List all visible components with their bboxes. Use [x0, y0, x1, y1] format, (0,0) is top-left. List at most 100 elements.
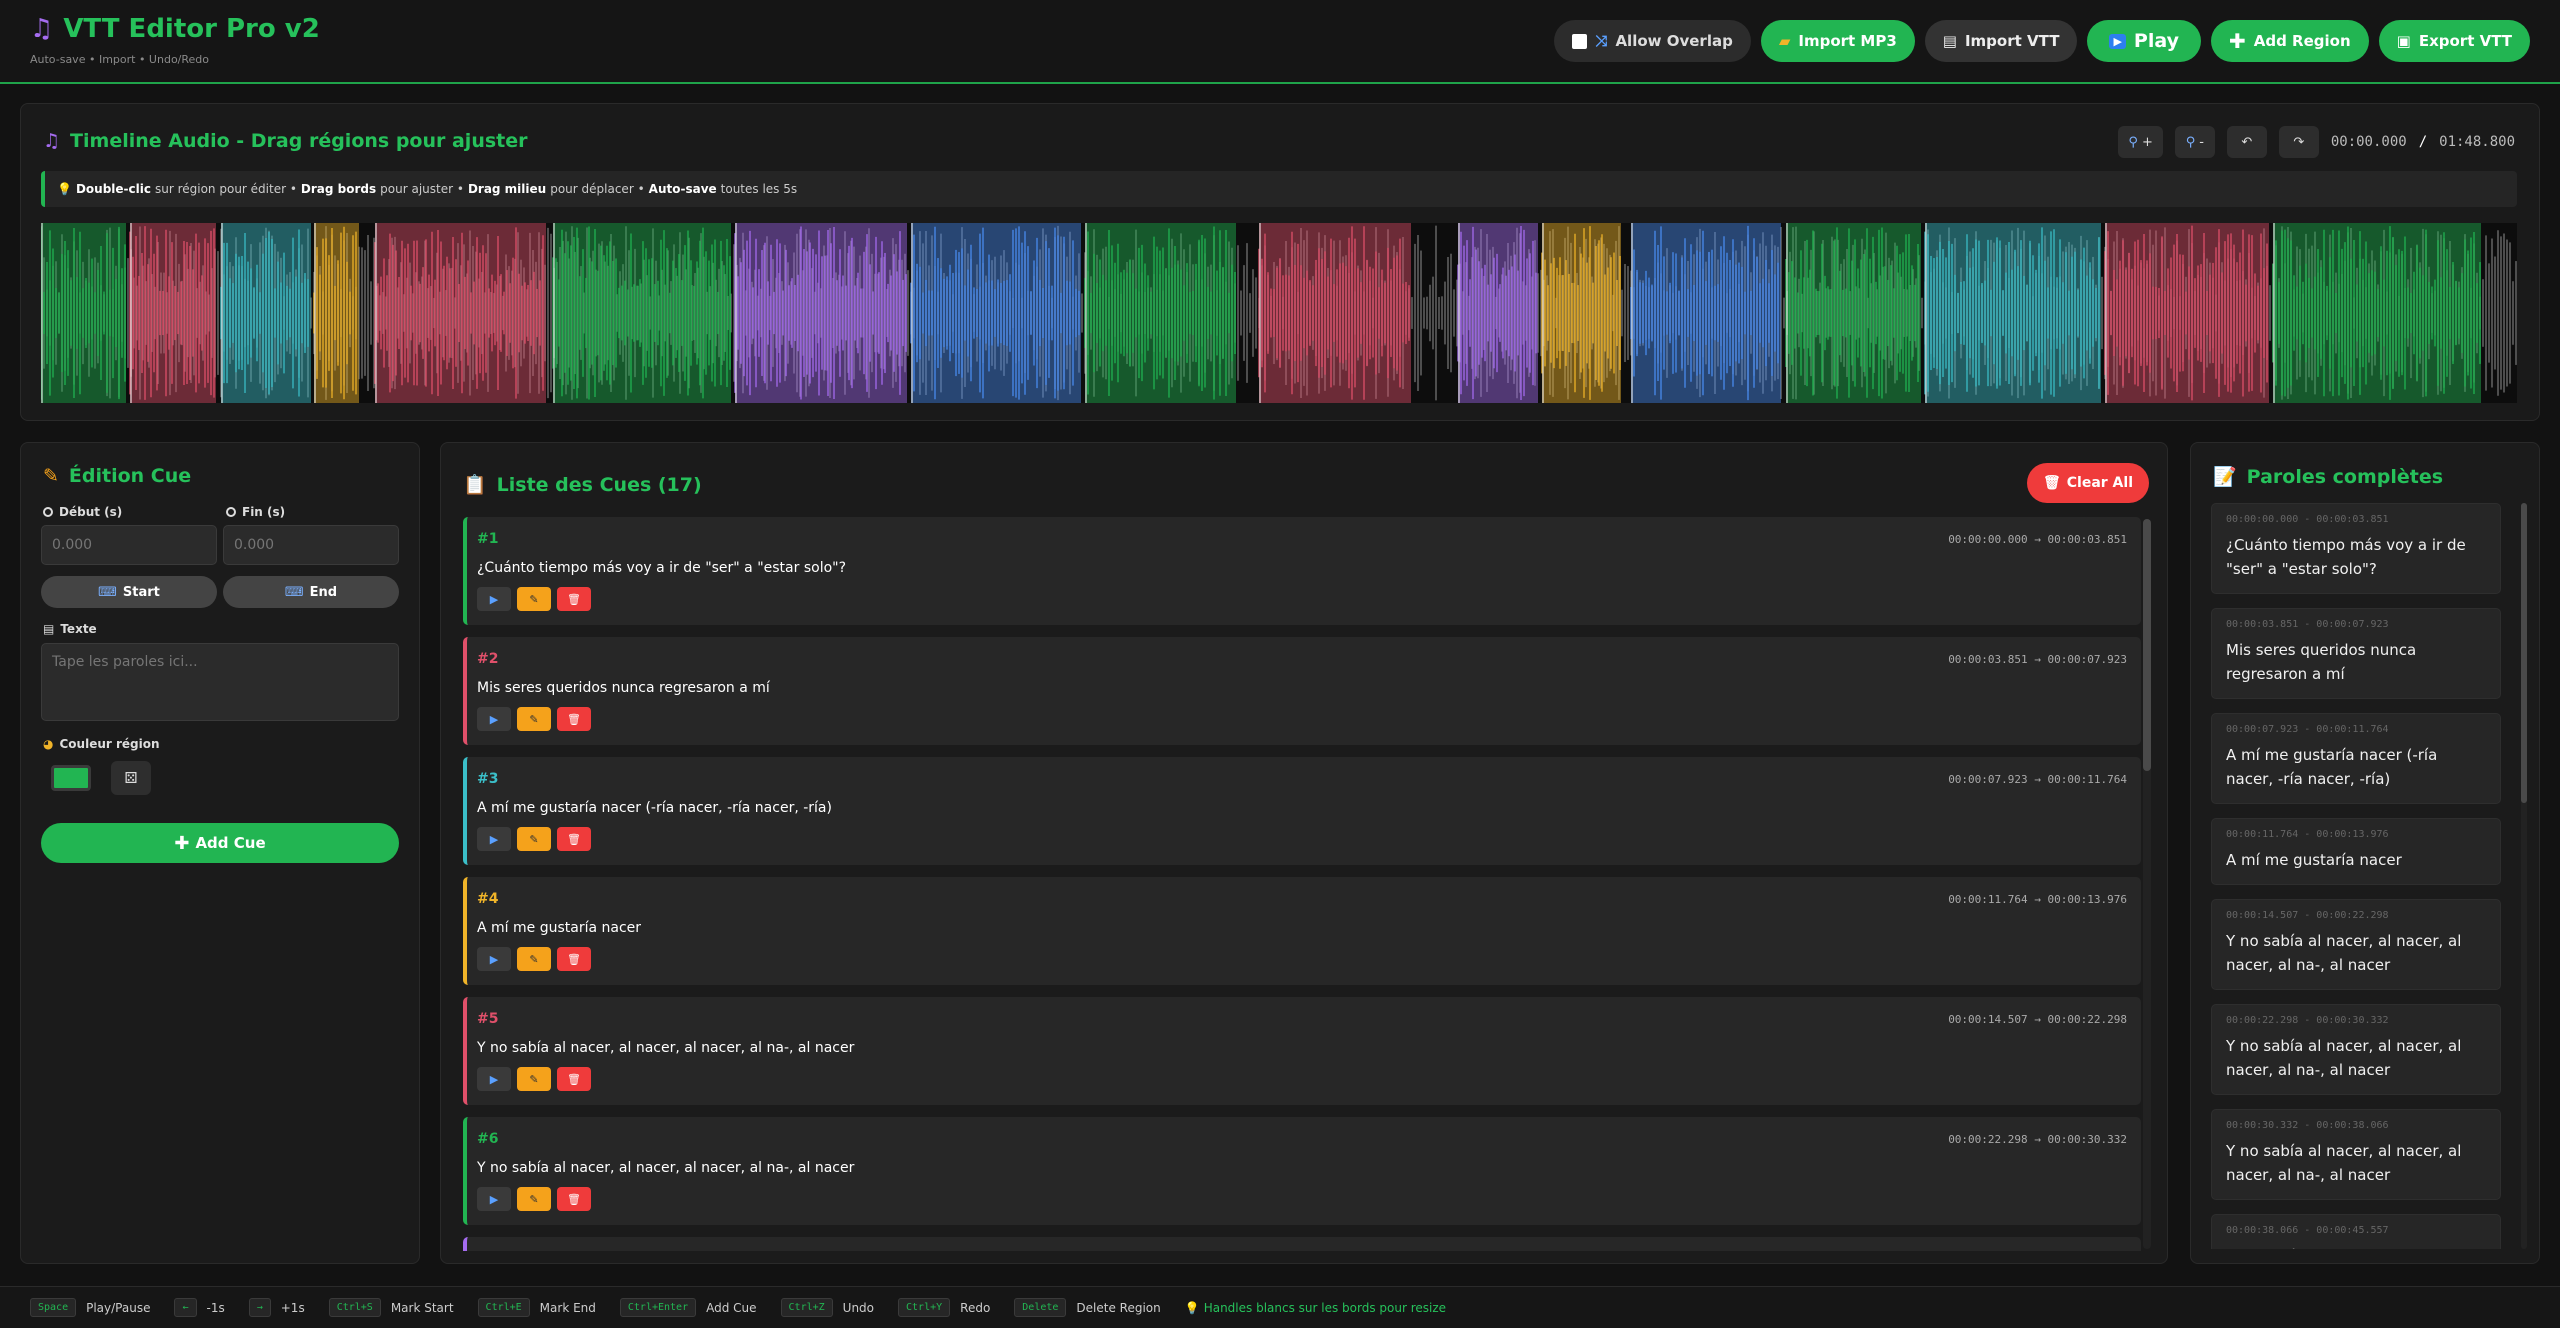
- cue-number: #1: [477, 531, 499, 547]
- scrollbar-thumb[interactable]: [2143, 519, 2151, 771]
- lyric-card[interactable]: 00:00:07.923 - 00:00:11.764 A mí me gusta…: [2211, 713, 2501, 804]
- shortcut-key: Space: [30, 1298, 77, 1317]
- music-note-icon: ♫: [43, 130, 61, 152]
- lightbulb-icon: 💡: [1184, 1300, 1200, 1315]
- add-region-button[interactable]: ✚ Add Region: [2210, 20, 2369, 62]
- cue-edit-button[interactable]: ✎: [517, 827, 551, 851]
- lyric-card[interactable]: 00:00:30.332 - 00:00:38.066 Y no sabía al…: [2211, 1109, 2501, 1200]
- import-mp3-button[interactable]: ▰ Import MP3: [1760, 20, 1915, 62]
- import-vtt-button[interactable]: ▤ Import VTT: [1924, 20, 2078, 62]
- timeline-title-text: Timeline Audio - Drag régions pour ajust…: [70, 130, 528, 152]
- cue-play-button[interactable]: ▶: [477, 587, 511, 611]
- hint-b2: Drag bords: [300, 182, 377, 196]
- hint-b4: Auto-save: [648, 182, 717, 196]
- cue-text: Y no sabía al nacer, al nacer, al nacer,…: [477, 1040, 855, 1056]
- pencil-icon: ✎: [529, 592, 539, 606]
- cue-play-button[interactable]: ▶: [477, 827, 511, 851]
- cue-list: #1 00:00:00.000 → 00:00:03.851 ¿Cuánto tie…: [463, 517, 2141, 1251]
- region-color-picker[interactable]: [51, 765, 91, 791]
- undo-button[interactable]: ↶: [2226, 126, 2267, 158]
- trash-icon: 🗑: [567, 1072, 581, 1086]
- cue-edit-button[interactable]: ✎: [517, 1067, 551, 1091]
- cue-edit-button[interactable]: ✎: [517, 947, 551, 971]
- cue-delete-button[interactable]: 🗑: [557, 827, 591, 851]
- import-mp3-label: Import MP3: [1798, 32, 1897, 50]
- lyric-card[interactable]: 00:00:22.298 - 00:00:30.332 Y no sabía al…: [2211, 1004, 2501, 1095]
- cue-item[interactable]: #6 00:00:22.298 → 00:00:30.332 Y no sabía …: [463, 1117, 2141, 1225]
- shortcut-item: Ctrl+Enter Add Cue: [619, 1298, 757, 1317]
- region-handle: [1925, 223, 1927, 403]
- color-label-text: Couleur région: [59, 737, 160, 751]
- folder-icon: ▰: [1778, 32, 1791, 50]
- cue-number: #4: [477, 891, 499, 907]
- zoom-in-button[interactable]: ⚲ +: [2118, 126, 2163, 158]
- app-header: ♫ VTT Editor Pro v2 Auto-save • Import •…: [0, 0, 2560, 84]
- allow-overlap-toggle[interactable]: ⤨ Allow Overlap: [1554, 20, 1751, 62]
- lyric-text: Mis seres queridos nunca regresaron a mí: [2226, 641, 2417, 683]
- lyric-card[interactable]: 00:00:38.066 - 00:00:45.557 Y no sabía al…: [2211, 1214, 2501, 1249]
- mark-end-button[interactable]: ⌨ End: [223, 576, 399, 608]
- lyric-card[interactable]: 00:00:03.851 - 00:00:07.923 Mis seres que…: [2211, 608, 2501, 699]
- cue-edit-button[interactable]: ✎: [517, 587, 551, 611]
- region-handle: [41, 223, 43, 403]
- cue-delete-button[interactable]: 🗑: [557, 1067, 591, 1091]
- start-time-input[interactable]: [41, 525, 217, 565]
- shortcut-item: Ctrl+Z Undo: [780, 1298, 875, 1317]
- scrollbar-thumb[interactable]: [2521, 503, 2527, 803]
- trash-icon: 🗑: [567, 952, 581, 966]
- cue-delete-button[interactable]: 🗑: [557, 707, 591, 731]
- hint-t3: pour déplacer •: [550, 182, 645, 196]
- shortcut-label: Undo: [842, 1300, 875, 1315]
- cue-play-button[interactable]: ▶: [477, 1067, 511, 1091]
- add-cue-label: Add Cue: [195, 834, 266, 852]
- lyric-card[interactable]: 00:00:00.000 - 00:00:03.851 ¿Cuánto tiemp…: [2211, 503, 2501, 594]
- cue-edit-button[interactable]: ✎: [517, 707, 551, 731]
- cue-number: #5: [477, 1011, 499, 1027]
- trash-icon: 🗑: [567, 1192, 581, 1206]
- cue-time-range: 00:00:07.923 → 00:00:11.764: [1948, 773, 2127, 786]
- clear-all-button[interactable]: 🗑 Clear All: [2026, 463, 2149, 503]
- lyric-time: 00:00:14.507 - 00:00:22.298: [2226, 910, 2389, 921]
- cue-item[interactable]: #1 00:00:00.000 → 00:00:03.851 ¿Cuánto tie…: [463, 517, 2141, 625]
- play-icon: ▶: [489, 1072, 499, 1086]
- lyrics-scrollbar[interactable]: [2521, 503, 2527, 1249]
- cue-item[interactable]: #3 00:00:07.923 → 00:00:11.764 A mí me gus…: [463, 757, 2141, 865]
- lightbulb-icon: 💡: [57, 182, 72, 196]
- cue-delete-button[interactable]: 🗑: [557, 947, 591, 971]
- cue-item[interactable]: #2 00:00:03.851 → 00:00:07.923 Mis seres q…: [463, 637, 2141, 745]
- end-label: Fin (s): [226, 505, 285, 519]
- cue-item[interactable]: [463, 1237, 2141, 1251]
- lyric-card[interactable]: 00:00:14.507 - 00:00:22.298 Y no sabía al…: [2211, 899, 2501, 990]
- magnifier-icon: ⚲: [2185, 134, 2196, 150]
- end-time-input[interactable]: [223, 525, 399, 565]
- cue-play-button[interactable]: ▶: [477, 947, 511, 971]
- audio-region: [1541, 223, 1621, 403]
- cue-item[interactable]: #4 00:00:11.764 → 00:00:13.976 A mí me gus…: [463, 877, 2141, 985]
- cue-text-input[interactable]: [41, 643, 399, 721]
- cue-edit-button[interactable]: ✎: [517, 1187, 551, 1211]
- play-button[interactable]: ▶ Play: [2087, 20, 2201, 62]
- zoom-out-button[interactable]: ⚲ -: [2174, 126, 2215, 158]
- cue-item[interactable]: #5 00:00:14.507 → 00:00:22.298 Y no sabía …: [463, 997, 2141, 1105]
- shortcut-key: ←: [174, 1298, 197, 1317]
- cue-time-range: 00:00:00.000 → 00:00:03.851: [1948, 533, 2127, 546]
- pencil-icon: ✎: [529, 1192, 539, 1206]
- cue-play-button[interactable]: ▶: [477, 707, 511, 731]
- export-vtt-button[interactable]: ▣ Export VTT: [2378, 20, 2530, 62]
- lyric-card[interactable]: 00:00:11.764 - 00:00:13.976 A mí me gusta…: [2211, 818, 2501, 885]
- play-icon: ▶: [2109, 33, 2126, 49]
- cue-list-scrollbar[interactable]: [2143, 519, 2151, 1249]
- redo-button[interactable]: ↷: [2278, 126, 2319, 158]
- waveform-canvas[interactable]: [41, 223, 2517, 403]
- timeline-title: ♫ Timeline Audio - Drag régions pour aju…: [43, 130, 528, 152]
- overlap-checkbox[interactable]: [1572, 33, 1588, 49]
- cue-play-button[interactable]: ▶: [477, 1187, 511, 1211]
- region-handle: [1786, 223, 1788, 403]
- waveform[interactable]: [41, 223, 2517, 403]
- mark-start-button[interactable]: ⌨ Start: [41, 576, 217, 608]
- cue-delete-button[interactable]: 🗑: [557, 587, 591, 611]
- cue-delete-button[interactable]: 🗑: [557, 1187, 591, 1211]
- shortcut-label: Delete Region: [1076, 1300, 1161, 1315]
- random-color-button[interactable]: ⚄: [111, 761, 151, 795]
- add-cue-button[interactable]: ✚ Add Cue: [41, 823, 399, 863]
